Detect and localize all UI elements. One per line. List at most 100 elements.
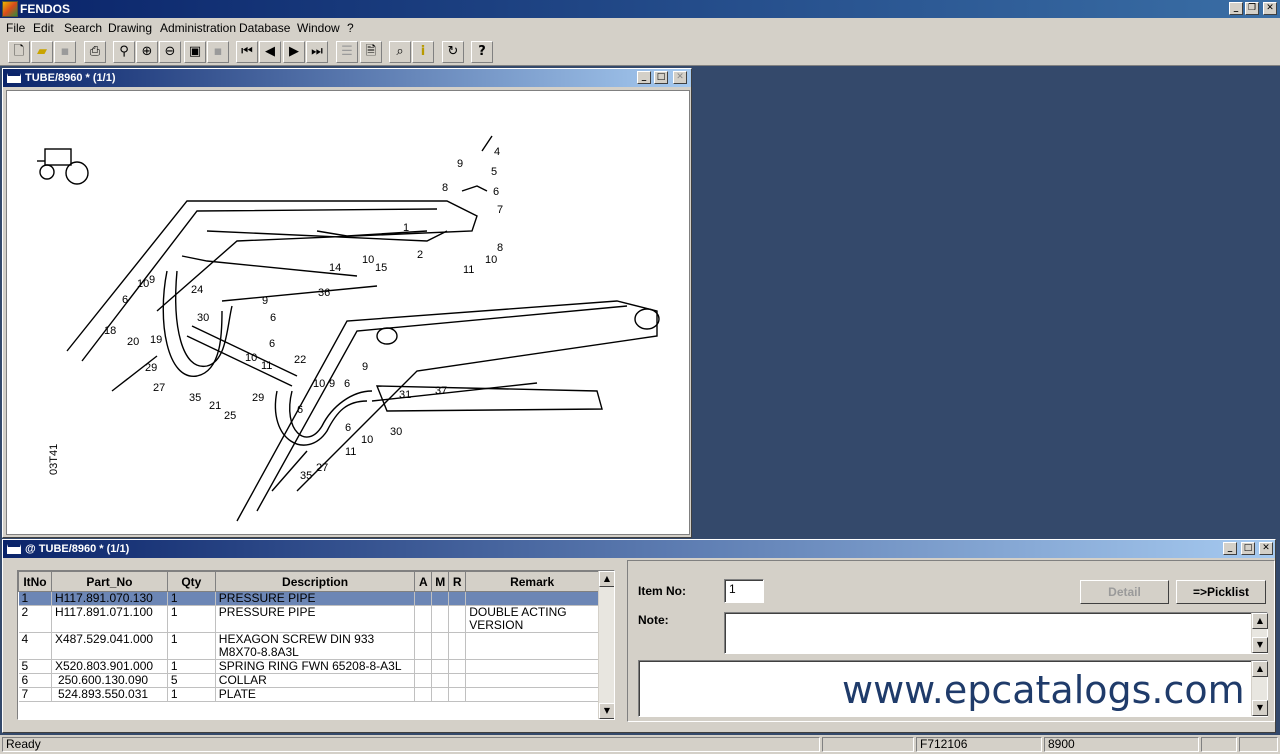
- cell-r: [448, 687, 467, 702]
- binoculars-icon[interactable]: ⌕: [389, 41, 411, 63]
- cell-qty: 1: [167, 591, 216, 606]
- parts-maximize-button[interactable]: □: [1241, 542, 1255, 555]
- svg-text:4: 4: [494, 146, 500, 158]
- info-scrollbar[interactable]: ▲ ▼: [1251, 661, 1268, 716]
- table-row[interactable]: 5 X520.803.901.000 1 SPRING RING FWN 652…: [18, 659, 599, 674]
- scroll-down-icon[interactable]: ▼: [599, 703, 614, 719]
- blank-icon[interactable]: ▪: [207, 41, 229, 63]
- table-row[interactable]: 4 X487.529.041.000 1 HEXAGON SCREW DIN 9…: [18, 632, 599, 660]
- table-row[interactable]: 6 250.600.130.090 5 COLLAR: [18, 673, 599, 688]
- parts-list-title: @ TUBE/8960 * (1/1): [25, 543, 130, 555]
- last-icon[interactable]: ⏭: [306, 41, 328, 63]
- status-text: Ready: [2, 737, 820, 752]
- parts-table[interactable]: ItNo Part_No Qty Description A M R Remar…: [17, 570, 615, 720]
- col-a[interactable]: A: [414, 571, 433, 592]
- table-row[interactable]: 7 524.893.550.031 1 PLATE: [18, 687, 599, 702]
- cell-m: [431, 687, 450, 702]
- list-icon[interactable]: ☰: [336, 41, 358, 63]
- svg-text:6: 6: [344, 378, 350, 390]
- col-itno[interactable]: ItNo: [18, 571, 52, 592]
- print-icon[interactable]: ⎙: [84, 41, 106, 63]
- previous-icon[interactable]: ◀: [259, 41, 281, 63]
- note-scrollbar[interactable]: ▲ ▼: [1251, 613, 1268, 653]
- menu-file[interactable]: File: [6, 21, 25, 35]
- fit-page-icon[interactable]: ▣: [184, 41, 206, 63]
- drawing-close-button[interactable]: ✕: [673, 71, 687, 84]
- svg-text:25: 25: [224, 410, 236, 422]
- menu-administration[interactable]: Administration: [160, 21, 236, 35]
- drawing-minimize-button[interactable]: _: [637, 71, 651, 84]
- svg-text:31: 31: [399, 389, 411, 401]
- search-icon[interactable]: ⚲: [113, 41, 135, 63]
- drawing-window-title: TUBE/8960 * (1/1): [25, 72, 116, 84]
- cell-r: [448, 605, 467, 633]
- parts-minimize-button[interactable]: _: [1223, 542, 1237, 555]
- cell-description: COLLAR: [215, 673, 416, 688]
- svg-text:11: 11: [345, 446, 356, 458]
- minimize-button[interactable]: _: [1229, 2, 1243, 15]
- scroll-up-icon[interactable]: ▲: [1252, 613, 1268, 629]
- drawing-maximize-button[interactable]: □: [654, 71, 668, 84]
- open-folder-icon[interactable]: ▰: [31, 41, 53, 63]
- svg-text:10: 10: [485, 254, 497, 266]
- table-row[interactable]: 2 H117.891.071.100 1 PRESSURE PIPE DOUBL…: [18, 605, 599, 633]
- document-icon[interactable]: 🗎: [360, 41, 382, 63]
- refresh-icon[interactable]: ↻: [442, 41, 464, 63]
- svg-text:35: 35: [300, 470, 312, 482]
- scroll-up-icon[interactable]: ▲: [599, 571, 614, 587]
- col-remark[interactable]: Remark: [465, 571, 599, 592]
- zoom-out-icon[interactable]: ⊖: [159, 41, 181, 63]
- svg-text:27: 27: [316, 462, 328, 474]
- svg-text:9: 9: [262, 295, 268, 307]
- parts-close-button[interactable]: ✕: [1259, 542, 1273, 555]
- save-icon[interactable]: ▪: [54, 41, 76, 63]
- menu-window[interactable]: Window: [297, 21, 340, 35]
- watermark-text: www.epcatalogs.com: [842, 668, 1245, 712]
- table-row[interactable]: 1 H117.891.070.130 1 PRESSURE PIPE: [18, 591, 599, 606]
- cell-m: [431, 591, 450, 606]
- svg-text:9: 9: [362, 361, 368, 373]
- col-qty[interactable]: Qty: [166, 571, 216, 592]
- cell-part-no: H117.891.071.100: [51, 605, 168, 633]
- cell-description: HEXAGON SCREW DIN 933 M8X70-8.8A3L: [215, 632, 416, 660]
- cell-remark: [465, 687, 599, 702]
- item-no-field[interactable]: 1: [724, 579, 764, 603]
- zoom-in-icon[interactable]: ⊕: [136, 41, 158, 63]
- restore-button[interactable]: ❐: [1245, 2, 1259, 15]
- picklist-button[interactable]: =>Picklist: [1176, 580, 1266, 604]
- close-button[interactable]: ✕: [1263, 2, 1277, 15]
- help-icon[interactable]: ?: [471, 41, 493, 63]
- scroll-down-icon[interactable]: ▼: [1252, 700, 1268, 716]
- svg-text:10: 10: [362, 254, 374, 266]
- drawing-window-title-bar: TUBE/8960 * (1/1) _ □ ✕: [3, 69, 691, 87]
- cell-r: [448, 659, 467, 674]
- cell-itno: 5: [18, 659, 52, 674]
- info-icon[interactable]: i: [412, 41, 434, 63]
- note-field[interactable]: ▲ ▼: [724, 612, 1268, 654]
- cell-m: [431, 659, 450, 674]
- svg-text:6: 6: [345, 422, 351, 434]
- col-r[interactable]: R: [448, 571, 467, 592]
- menu-drawing[interactable]: Drawing: [108, 21, 152, 35]
- svg-text:10: 10: [245, 352, 257, 364]
- cell-m: [431, 632, 450, 660]
- detail-button[interactable]: Detail: [1080, 580, 1169, 604]
- col-description[interactable]: Description: [214, 571, 416, 592]
- col-part-no[interactable]: Part_No: [50, 571, 168, 592]
- scroll-up-icon[interactable]: ▲: [1252, 661, 1268, 677]
- parts-drawing[interactable]: 459 867 128 10 11 14 10 15 36 10 9 6 24 18 20 19…: [6, 90, 690, 535]
- svg-text:29: 29: [145, 362, 157, 374]
- cell-remark: [465, 591, 599, 606]
- new-icon[interactable]: 🗋: [8, 41, 30, 63]
- parts-table-scrollbar[interactable]: ▲ ▼: [598, 571, 614, 719]
- menu-help[interactable]: ?: [347, 21, 354, 35]
- first-icon[interactable]: ⏮: [236, 41, 258, 63]
- menu-edit[interactable]: Edit: [33, 21, 54, 35]
- menu-database[interactable]: Database: [239, 21, 290, 35]
- col-m[interactable]: M: [431, 571, 450, 592]
- scroll-down-icon[interactable]: ▼: [1252, 637, 1268, 653]
- svg-text:11: 11: [261, 360, 272, 372]
- cell-a: [414, 687, 433, 702]
- next-icon[interactable]: ▶: [283, 41, 305, 63]
- menu-search[interactable]: Search: [64, 21, 102, 35]
